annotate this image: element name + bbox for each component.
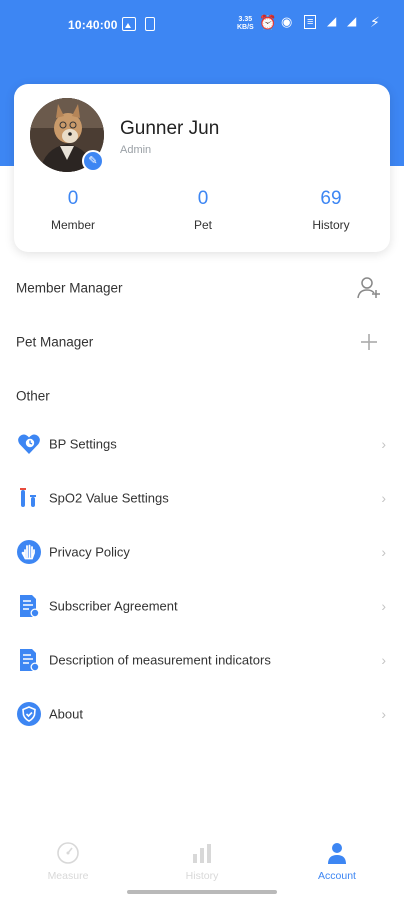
user-name: Gunner Jun (120, 118, 220, 139)
stat-pet-label: Pet (193, 218, 212, 232)
about-row[interactable]: About › (0, 687, 404, 741)
pencil-icon: ✎ (88, 155, 98, 167)
gauge-icon (57, 842, 79, 864)
status-bar: 10:40:00 3.35 KB/S ⏰ ◉ ≡ ◢ ◢ ⚡ (0, 0, 404, 52)
bottom-navigation: Measure History Account (0, 832, 404, 890)
phone-icon (145, 17, 155, 31)
about-label: About (49, 706, 83, 722)
test-tube-icon (20, 488, 36, 507)
tab-account-label: Account (318, 870, 356, 882)
stat-history-value: 69 (320, 188, 342, 209)
user-role: Admin (120, 144, 152, 156)
battery-charging-icon: ⚡ (370, 14, 380, 30)
signal-4g-icon: ◢ (347, 14, 357, 28)
shield-icon (17, 702, 41, 726)
chevron-right-icon: › (381, 598, 386, 614)
pet-manager-label: Pet Manager (16, 334, 94, 350)
tab-measure[interactable]: Measure (18, 840, 118, 882)
edit-avatar-button[interactable]: ✎ (82, 150, 104, 172)
home-indicator[interactable] (127, 890, 277, 894)
hotspot-icon: ◉ (281, 14, 293, 29)
stat-history[interactable]: 69 History (276, 188, 386, 232)
subscriber-agreement-row[interactable]: Subscriber Agreement › (0, 579, 404, 633)
measurement-indicators-label: Description of measurement indicators (49, 652, 271, 668)
network-speed-unit: KB/S (237, 24, 254, 31)
spo2-settings-label: SpO2 Value Settings (49, 490, 169, 506)
other-section-header: Other (0, 369, 404, 423)
tab-account[interactable]: Account (287, 840, 387, 882)
chevron-right-icon: › (381, 436, 386, 452)
bp-settings-row[interactable]: BP Settings › (0, 417, 404, 471)
member-manager-label: Member Manager (16, 280, 123, 296)
profile-card: ✎ Gunner Jun Admin 0 Member 0 Pet 69 His… (14, 84, 390, 252)
status-time: 10:40:00 (68, 18, 118, 32)
hand-icon (17, 540, 41, 564)
stat-pet[interactable]: 0 Pet (148, 188, 258, 232)
privacy-policy-row[interactable]: Privacy Policy › (0, 525, 404, 579)
pet-manager-row[interactable]: Pet Manager (0, 315, 404, 369)
subscriber-agreement-label: Subscriber Agreement (49, 598, 178, 614)
stat-member[interactable]: 0 Member (18, 188, 128, 232)
signal-icon: ◢ (327, 14, 337, 28)
image-icon (122, 17, 136, 31)
heart-bp-icon (18, 434, 40, 454)
measurement-indicators-row[interactable]: Description of measurement indicators › (0, 633, 404, 687)
plus-icon[interactable] (356, 329, 382, 355)
stat-history-label: History (312, 218, 350, 232)
stat-pet-value: 0 (197, 188, 209, 209)
add-user-icon[interactable] (356, 275, 382, 301)
other-header-label: Other (16, 388, 50, 404)
tab-measure-label: Measure (47, 870, 89, 882)
stat-member-value: 0 (67, 188, 79, 209)
document-icon (20, 649, 40, 672)
chevron-right-icon: › (381, 544, 386, 560)
person-icon (328, 843, 346, 864)
tab-history-label: History (185, 870, 219, 882)
chevron-right-icon: › (381, 490, 386, 506)
stat-member-label: Member (50, 218, 95, 232)
network-speed-value: 3.35 (238, 16, 253, 23)
network-speed: 3.35 KB/S (237, 16, 254, 32)
bar-chart-icon (193, 844, 211, 863)
chevron-right-icon: › (381, 652, 386, 668)
bp-settings-label: BP Settings (49, 436, 117, 452)
spo2-settings-row[interactable]: SpO2 Value Settings › (0, 471, 404, 525)
alarm-icon: ⏰ (259, 14, 277, 30)
tab-history[interactable]: History (152, 840, 252, 882)
member-manager-row[interactable]: Member Manager (0, 261, 404, 315)
document-icon (20, 595, 40, 618)
privacy-policy-label: Privacy Policy (49, 544, 130, 560)
volte-icon: ≡ (304, 15, 317, 29)
chevron-right-icon: › (381, 706, 386, 722)
